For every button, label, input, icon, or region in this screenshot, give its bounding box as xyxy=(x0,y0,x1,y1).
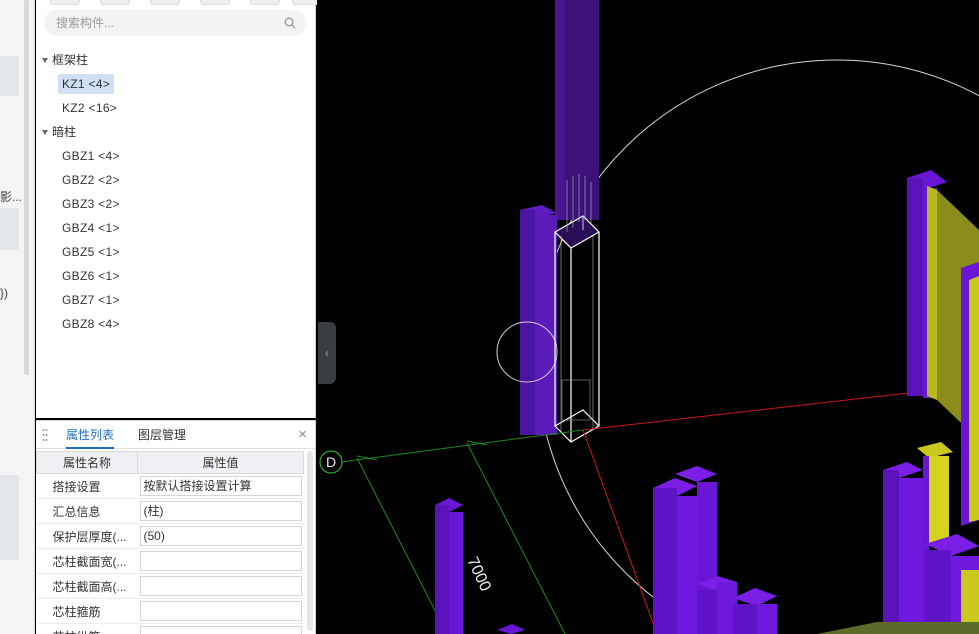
tree-item-gbz7[interactable]: GBZ7 <1> xyxy=(36,288,314,312)
property-value-field[interactable]: (柱) xyxy=(139,501,302,521)
property-value-field[interactable] xyxy=(139,601,302,621)
tree-item-gbz3[interactable]: GBZ3 <2> xyxy=(36,192,314,216)
property-value-field[interactable] xyxy=(139,551,302,571)
property-name: 芯柱箍筋 xyxy=(36,598,138,624)
panel-row-highlight[interactable] xyxy=(0,208,19,250)
panel-row-highlight[interactable] xyxy=(0,56,19,96)
search-icon[interactable] xyxy=(284,17,296,29)
tree-item-gbz2[interactable]: GBZ2 <2> xyxy=(36,168,314,192)
property-value-field[interactable] xyxy=(139,576,302,596)
panel-scrollbar[interactable] xyxy=(24,0,29,375)
property-name: 保护层厚度(... xyxy=(36,523,138,549)
model-view-canvas[interactable]: D 7000 xyxy=(317,0,979,634)
property-value-field[interactable]: (50) xyxy=(139,526,302,546)
tab-property-list[interactable]: 属性列表 xyxy=(66,421,115,449)
properties-scrollbar[interactable] xyxy=(307,451,313,631)
tree-item-kz2[interactable]: KZ2 <16> xyxy=(36,96,314,120)
table-row: 芯柱截面宽(... xyxy=(36,548,304,574)
tree-item-gbz8[interactable]: GBZ8 <4> xyxy=(36,312,314,336)
toolbar-button[interactable] xyxy=(200,0,230,5)
drag-grip-icon[interactable] xyxy=(42,428,48,442)
tree-item-label: GBZ4 <1> xyxy=(62,221,120,235)
property-name: 芯柱截面宽(... xyxy=(36,548,138,574)
grid-axis-d xyxy=(340,429,584,463)
column-bottom-small xyxy=(497,624,525,634)
component-tree: 框架柱 KZ1 <4> KZ2 <16> 暗柱 GBZ1 <4> GBZ2 <2… xyxy=(36,48,314,336)
table-row: 芯柱箍筋 xyxy=(36,598,304,624)
table-row: 保护层厚度(... (50) xyxy=(36,523,304,549)
axis-label: D xyxy=(326,454,336,470)
truncated-label: 影... xyxy=(0,190,23,204)
property-name: 搭接设置 xyxy=(36,473,138,499)
column-header-value: 属性值 xyxy=(137,451,304,474)
collapse-panel-handle[interactable]: ‹ xyxy=(318,322,336,384)
column-left-of-selection xyxy=(520,205,557,435)
toolbar-button[interactable] xyxy=(50,0,80,5)
tree-item-label: GBZ7 <1> xyxy=(62,293,120,307)
tree-item-gbz4[interactable]: GBZ4 <1> xyxy=(36,216,314,240)
properties-table: 属性名称 属性值 搭接设置 按默认搭接设置计算 汇总信息 (柱) 保护层厚度(.… xyxy=(36,451,304,634)
floor-slab xyxy=(817,622,979,634)
axis-bubble-d[interactable]: D xyxy=(319,450,343,474)
properties-tab-bar: 属性列表 图层管理 × xyxy=(36,421,315,449)
tab-layer-management[interactable]: 图层管理 xyxy=(138,421,186,449)
truncated-label: }) xyxy=(0,286,9,300)
tree-item-label: GBZ5 <1> xyxy=(62,245,120,259)
panel-row-highlight[interactable] xyxy=(0,475,19,560)
toolbar xyxy=(44,0,322,6)
column-bottom-left xyxy=(435,498,463,634)
table-row: 芯柱截面高(... xyxy=(36,573,304,599)
tree-item-label: GBZ3 <2> xyxy=(62,197,120,211)
dimension-label: 7000 xyxy=(463,555,493,595)
component-panel: 框架柱 KZ1 <4> KZ2 <16> 暗柱 GBZ1 <4> GBZ2 <2… xyxy=(36,0,322,418)
toolbar-button[interactable] xyxy=(250,0,280,5)
tree-group-frame-column[interactable]: 框架柱 xyxy=(36,48,314,72)
tree-item-label: KZ1 <4> xyxy=(58,74,115,94)
search-input[interactable] xyxy=(56,14,276,32)
tree-item-label: GBZ1 <4> xyxy=(62,149,120,163)
tree-item-gbz1[interactable]: GBZ1 <4> xyxy=(36,144,314,168)
property-value-field[interactable] xyxy=(139,626,302,634)
tree-group-hidden-column[interactable]: 暗柱 xyxy=(36,120,314,144)
caret-down-icon[interactable] xyxy=(42,130,48,136)
close-icon[interactable]: × xyxy=(298,426,307,443)
tree-item-gbz6[interactable]: GBZ6 <1> xyxy=(36,264,314,288)
search-box xyxy=(44,10,306,36)
column-background xyxy=(555,0,599,220)
properties-panel: 属性列表 图层管理 × 属性名称 属性值 搭接设置 按默认搭接设置计算 汇总信息… xyxy=(36,420,316,634)
toolbar-button[interactable] xyxy=(100,0,130,5)
table-row: 汇总信息 (柱) xyxy=(36,498,304,524)
column-group-center-right xyxy=(653,466,777,634)
table-row: 芯柱纵筋 xyxy=(36,623,304,634)
tree-group-label: 暗柱 xyxy=(52,125,77,139)
property-name: 汇总信息 xyxy=(36,498,138,524)
3d-viewport[interactable]: D 7000 xyxy=(317,0,979,634)
tree-item-kz1[interactable]: KZ1 <4> xyxy=(36,72,314,96)
tree-item-gbz5[interactable]: GBZ5 <1> xyxy=(36,240,314,264)
tree-item-label: GBZ8 <4> xyxy=(62,317,120,331)
property-value-field[interactable]: 按默认搭接设置计算 xyxy=(139,476,302,496)
caret-down-icon[interactable] xyxy=(42,58,48,64)
column-header-name: 属性名称 xyxy=(36,451,138,474)
property-name: 芯柱纵筋 xyxy=(36,623,138,634)
tree-item-label: GBZ6 <1> xyxy=(62,269,120,283)
property-name: 芯柱截面高(... xyxy=(36,573,138,599)
tree-item-label: GBZ2 <2> xyxy=(62,173,120,187)
table-row: 搭接设置 按默认搭接设置计算 xyxy=(36,473,304,499)
toolbar-button[interactable] xyxy=(150,0,180,5)
previous-panel-strip: 影... }) xyxy=(0,0,35,634)
tree-group-label: 框架柱 xyxy=(52,53,89,67)
y-axis-line xyxy=(582,429,658,634)
tree-item-label: KZ2 <16> xyxy=(62,101,118,115)
